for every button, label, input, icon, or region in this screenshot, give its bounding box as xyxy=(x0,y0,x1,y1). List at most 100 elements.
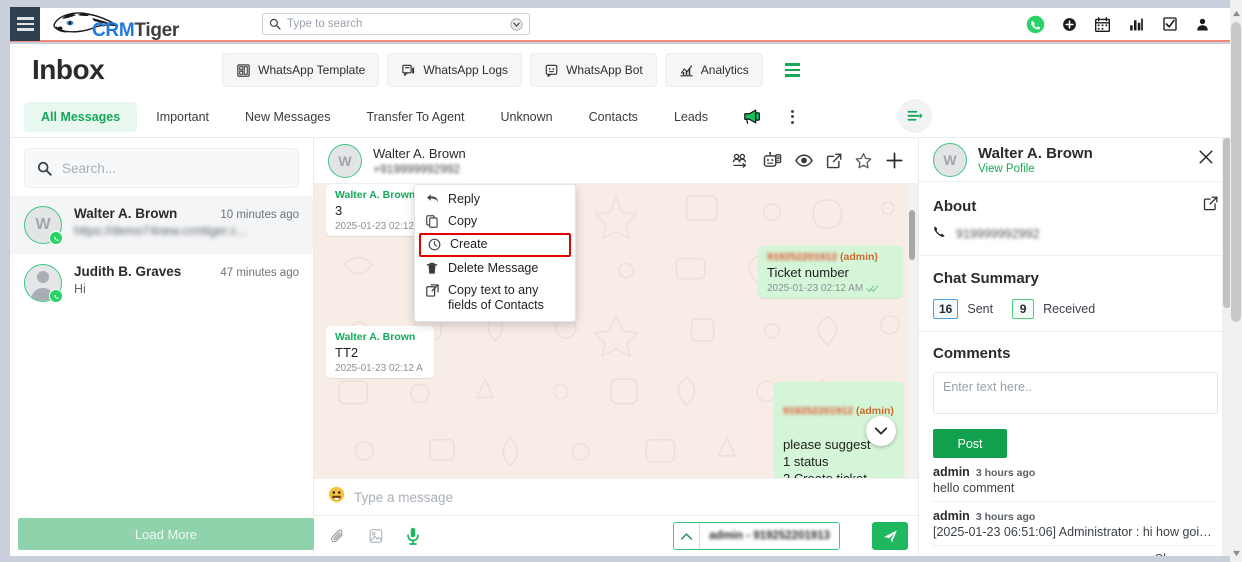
brand-tiger: Tiger xyxy=(134,20,179,41)
edit-icon[interactable] xyxy=(826,153,842,169)
page-scrollbar[interactable] xyxy=(1230,0,1242,562)
eye-icon[interactable] xyxy=(795,154,813,167)
contact-name: Judith B. Graves xyxy=(74,264,182,279)
contact-name: Walter A. Brown xyxy=(74,206,178,221)
about-phone-row: 919999992992 xyxy=(933,225,1218,243)
context-menu-item-copy-to-contact-fields[interactable]: Copy text to any fields of Contacts xyxy=(415,280,575,317)
tab-leads[interactable]: Leads xyxy=(657,102,725,132)
show-more-button[interactable]: Show more xyxy=(933,546,1218,556)
search-input[interactable] xyxy=(287,18,504,30)
scroll-up-arrow-icon[interactable] xyxy=(1230,6,1242,20)
message-bubble[interactable]: 919252201912 (admin) Ticket number 2025-… xyxy=(758,246,903,299)
emoji-icon[interactable] xyxy=(328,486,345,508)
calendar-icon[interactable] xyxy=(1094,16,1111,33)
load-more-button[interactable]: Load More xyxy=(18,518,314,550)
list-item: admin 3 hours ago hello comment xyxy=(933,458,1218,502)
image-icon[interactable] xyxy=(368,528,384,544)
context-menu-item-delete[interactable]: Delete Message xyxy=(415,258,575,280)
page-title: Inbox xyxy=(32,54,105,85)
whatsapp-template-label: WhatsApp Template xyxy=(258,63,366,77)
paperclip-icon[interactable] xyxy=(330,528,346,544)
page-scrollbar-thumb[interactable] xyxy=(1231,22,1241,322)
about-header: About xyxy=(933,196,1218,216)
message-sender: Walter A. Brown xyxy=(335,331,416,343)
collapse-panel-button[interactable] xyxy=(898,99,932,133)
view-profile-link[interactable]: View Pofile xyxy=(978,163,1093,175)
contact-name: Walter A. Brown xyxy=(978,144,1093,162)
page-header: Inbox WhatsApp Template WhatsApp Logs Wh… xyxy=(10,44,1232,96)
user-icon[interactable] xyxy=(1195,17,1210,32)
list-menu-icon[interactable] xyxy=(784,63,800,77)
checklist-icon[interactable] xyxy=(1162,16,1178,32)
context-menu-item-reply[interactable]: Reply xyxy=(415,189,575,211)
chat-messages-area: Walter A. Brown 3 2025-01-23 02:12 AM 91… xyxy=(314,184,918,478)
brand-logo[interactable]: CRMTiger xyxy=(48,9,179,41)
list-item[interactable]: Judith B. Graves 47 minutes ago Hi xyxy=(10,254,313,312)
whatsapp-template-button[interactable]: WhatsApp Template xyxy=(222,53,380,87)
scroll-down-arrow-icon[interactable] xyxy=(1230,546,1242,560)
send-button[interactable] xyxy=(872,522,908,550)
composer-input-row xyxy=(314,478,918,516)
star-icon[interactable] xyxy=(855,152,872,169)
tab-all-messages[interactable]: All Messages xyxy=(24,101,138,132)
phone-icon xyxy=(933,225,946,243)
chart-icon[interactable] xyxy=(1128,16,1145,33)
contact-time: 47 minutes ago xyxy=(220,267,299,279)
add-circle-icon[interactable] xyxy=(1062,17,1077,32)
tab-new-messages[interactable]: New Messages xyxy=(228,102,347,132)
composer-action-row: admin - 919252201913 xyxy=(314,516,918,556)
whatsapp-logs-button[interactable]: WhatsApp Logs xyxy=(387,53,523,87)
sent-count-badge: 16 xyxy=(933,299,959,319)
message-bubble[interactable]: Walter A. Brown TT2 2025-01-23 02:12 A xyxy=(326,326,434,379)
contact-phone: 919999992992 xyxy=(956,227,1040,241)
whatsapp-icon[interactable] xyxy=(1026,15,1045,34)
microphone-icon[interactable] xyxy=(406,527,420,545)
chat-summary-section: Chat Summary 16 Sent 9 Received xyxy=(919,256,1232,332)
conversation-search[interactable] xyxy=(24,148,299,188)
tab-contacts[interactable]: Contacts xyxy=(572,102,655,132)
tab-important[interactable]: Important xyxy=(139,102,226,132)
message-list: Walter A. Brown 3 2025-01-23 02:12 AM 91… xyxy=(314,184,918,478)
whatsapp-bot-label: WhatsApp Bot xyxy=(566,63,643,77)
chevron-down-icon[interactable] xyxy=(510,17,523,31)
close-icon[interactable] xyxy=(1194,145,1218,174)
analytics-button[interactable]: Analytics xyxy=(664,53,763,87)
received-label: Received xyxy=(1043,302,1096,316)
edit-icon[interactable] xyxy=(1203,196,1218,216)
whatsapp-bot-button[interactable]: WhatsApp Bot xyxy=(530,53,657,87)
global-search[interactable] xyxy=(262,13,530,35)
received-count-badge: 9 xyxy=(1012,299,1035,319)
bot-icon xyxy=(545,64,558,77)
message-time: 2025-01-23 02:12 A xyxy=(335,363,423,375)
list-item[interactable]: W Walter A. Brown 10 minutes ago https:/… xyxy=(10,196,313,254)
chat-scrollbar-thumb[interactable] xyxy=(908,210,915,260)
comment-input[interactable] xyxy=(933,372,1218,414)
chat-scrollbar[interactable] xyxy=(907,184,916,478)
sent-label: Sent xyxy=(967,302,994,316)
message-input[interactable] xyxy=(354,489,904,505)
context-menu-item-copy[interactable]: Copy xyxy=(415,211,575,233)
tab-unknown[interactable]: Unknown xyxy=(483,102,569,132)
comments-title: Comments xyxy=(933,345,1011,362)
inbox-body: W Walter A. Brown 10 minutes ago xyxy=(10,138,1232,556)
bot-icon[interactable] xyxy=(763,151,782,170)
scroll-to-bottom-button[interactable] xyxy=(866,416,896,446)
agent-selector[interactable]: admin - 919252201913 xyxy=(673,522,840,550)
chat-contact-phone: +919999992992 xyxy=(373,161,461,176)
comment-user: admin xyxy=(933,509,970,523)
conversation-search-input[interactable] xyxy=(62,160,286,176)
whatsapp-logs-label: WhatsApp Logs xyxy=(423,63,509,77)
tab-transfer-to-agent[interactable]: Transfer To Agent xyxy=(349,102,481,132)
hamburger-icon[interactable] xyxy=(10,7,40,41)
context-menu-label: Delete Message xyxy=(448,260,539,275)
megaphone-icon[interactable] xyxy=(743,108,763,125)
post-comment-button[interactable]: Post xyxy=(933,429,1007,458)
chevron-up-icon[interactable] xyxy=(674,523,701,549)
top-icon-group xyxy=(1026,15,1232,34)
more-vertical-icon[interactable] xyxy=(787,106,798,128)
double-check-icon xyxy=(866,285,879,293)
transfer-agent-icon[interactable] xyxy=(732,153,750,168)
plus-icon[interactable] xyxy=(885,151,904,170)
message-text: TT2 xyxy=(335,345,359,360)
context-menu-item-create[interactable]: Create xyxy=(419,233,571,257)
